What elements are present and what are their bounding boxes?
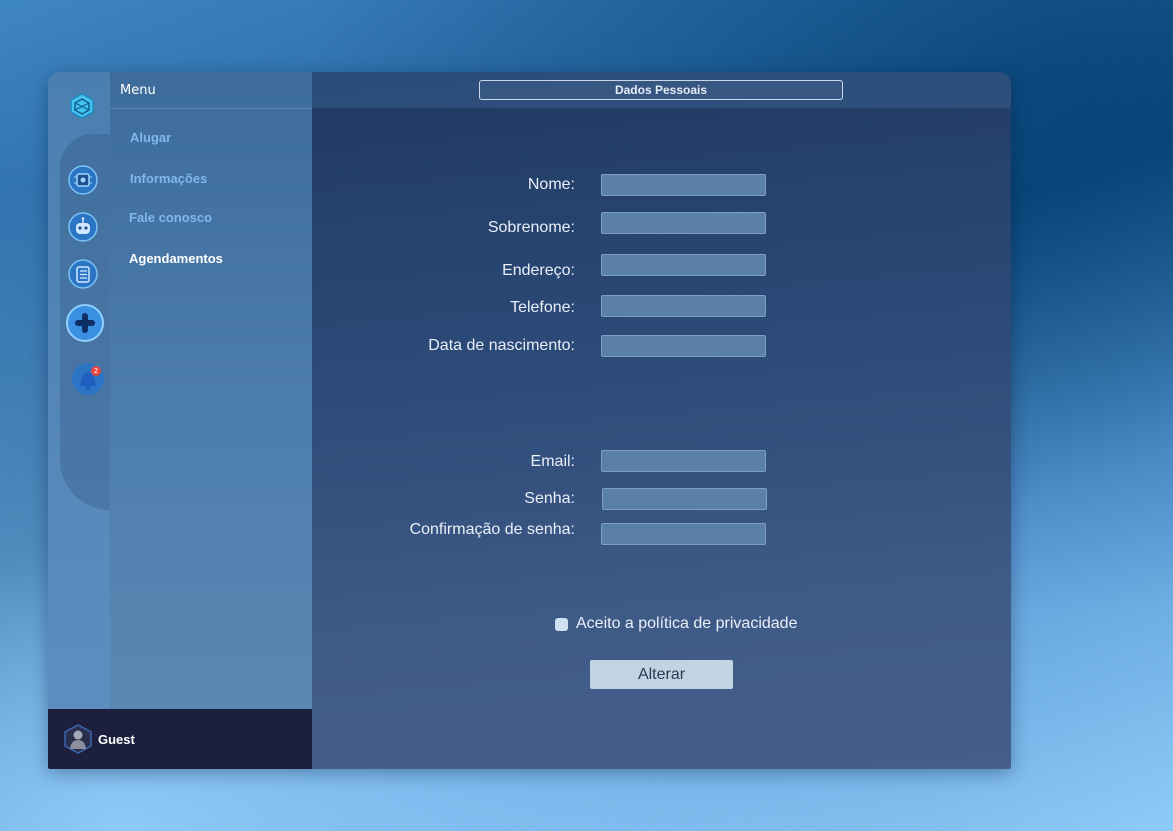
robot-icon[interactable]	[68, 212, 98, 242]
list-icon[interactable]	[68, 259, 98, 289]
senha-label: Senha:	[524, 490, 575, 507]
logo-icon[interactable]	[68, 92, 96, 120]
nome-label: Nome:	[527, 176, 575, 193]
endereco-field[interactable]	[601, 254, 766, 276]
bell-button[interactable]: 2	[71, 362, 105, 396]
menu-item-alugar[interactable]: Alugar	[130, 130, 171, 145]
avatar[interactable]	[64, 724, 92, 754]
sobrenome-label: Sobrenome:	[487, 219, 575, 236]
endereco-label: Endereço:	[502, 262, 575, 279]
email-label: Email:	[530, 453, 575, 470]
page-title: Dados Pessoais	[479, 80, 843, 100]
menu-panel: Menu Alugar Informações Fale conosco Age…	[110, 72, 312, 709]
menu-item-fale-conosco[interactable]: Fale conosco	[129, 210, 212, 225]
main-header: Dados Pessoais	[312, 72, 1011, 108]
sobrenome-field[interactable]	[601, 212, 766, 234]
email-field[interactable]	[601, 450, 766, 472]
privacy-checkbox[interactable]	[555, 618, 568, 631]
privacy-label[interactable]: Aceito a política de privacidade	[576, 615, 797, 633]
menu-title: Menu	[110, 72, 312, 109]
user-name: Guest	[98, 732, 135, 747]
senha-field[interactable]	[602, 488, 767, 510]
nascimento-label: Data de nascimento:	[428, 337, 575, 354]
menu-item-informacoes[interactable]: Informações	[130, 171, 207, 186]
telefone-field[interactable]	[601, 295, 766, 317]
menu-item-agendamentos[interactable]: Agendamentos	[129, 251, 223, 266]
icon-sidebar: 2	[48, 72, 110, 709]
app-window: 2 Menu Alugar Informações Fale conosco A…	[48, 72, 1011, 769]
nascimento-field[interactable]	[601, 335, 766, 357]
user-bar[interactable]: Guest	[48, 709, 312, 769]
telefone-label: Telefone:	[510, 299, 575, 316]
confirmacao-label: Confirmação de senha:	[409, 521, 575, 538]
notification-badge: 2	[91, 366, 101, 376]
nome-field[interactable]	[601, 174, 766, 196]
main-content: Dados Pessoais Nome: Sobrenome: Endereço…	[312, 72, 1011, 769]
add-icon[interactable]	[66, 304, 104, 342]
confirmacao-field[interactable]	[601, 523, 766, 545]
alterar-button[interactable]: Alterar	[590, 660, 733, 689]
chip-icon[interactable]	[68, 165, 98, 195]
